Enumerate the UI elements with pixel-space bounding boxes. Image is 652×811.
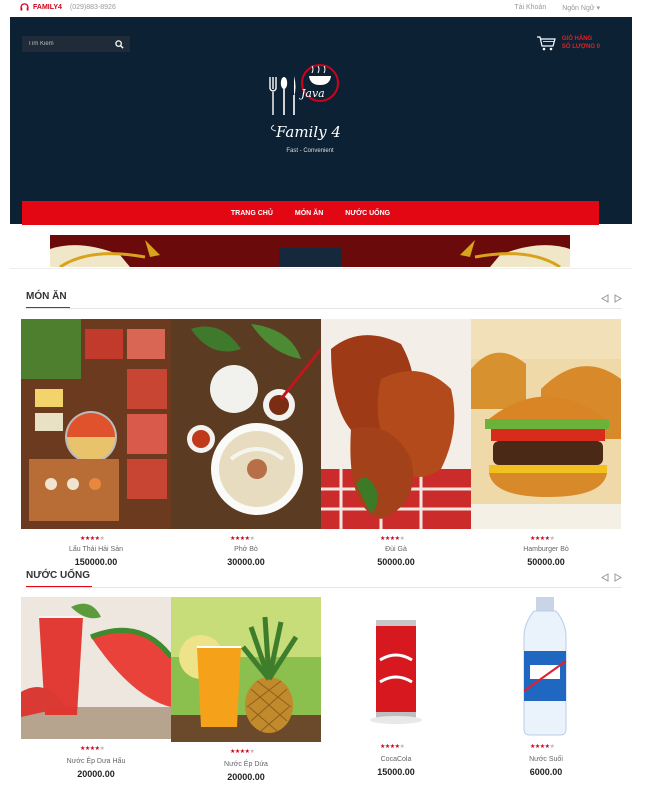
top-bar: FAMILY4 (029)883-8926 Tài Khoản Ngôn Ngữ… (0, 0, 652, 16)
food-rating-4: ★★★★ ★ (530, 536, 555, 542)
food-rating-2: ★★★★ ★ (230, 536, 255, 542)
product-name[interactable]: Phở Bò (171, 546, 321, 553)
product-name[interactable]: Đùi Gà (321, 546, 471, 553)
chevron-right-icon[interactable] (614, 573, 622, 582)
chevron-right-icon[interactable] (614, 294, 622, 303)
product-price: 6000.00 (529, 767, 563, 777)
drinks-carousel-arrows (601, 573, 622, 582)
divider (10, 268, 632, 269)
product-image-water-bottle[interactable] (500, 597, 590, 737)
brand-info: FAMILY4 (029)883-8926 (20, 3, 116, 11)
food-rating-1: ★★★★ ★ (80, 536, 105, 542)
product-price: 20000.00 (227, 772, 265, 782)
nav-item-drinks[interactable]: NƯỚC UỐNG (345, 210, 390, 217)
food-rating-3: ★★★★ ★ (380, 536, 405, 542)
product-name[interactable]: Nước Ép Dứa (171, 761, 321, 768)
banner-center-logo (279, 248, 341, 267)
product-image-burger[interactable] (471, 319, 621, 529)
food-section-title: MÓN ĂN (26, 291, 67, 302)
brand-name: FAMILY4 (33, 3, 62, 11)
product-price: 15000.00 (377, 767, 415, 777)
nav-item-home[interactable]: TRANG CHỦ (231, 210, 273, 217)
drink-rating-1: ★★★★ ★ (80, 746, 105, 752)
cart-label: GIỎ HÀNG (561, 36, 593, 42)
language-dropdown[interactable]: Ngôn Ngữ ▾ (562, 4, 600, 12)
logo-script-text: Family 4 (275, 123, 341, 141)
product-name[interactable]: Hamburger Bò (471, 546, 621, 553)
product-price: 150000.00 (74, 557, 118, 567)
drink-rating-2: ★★★★ ★ (230, 749, 255, 755)
product-price: 30000.00 (227, 557, 265, 567)
product-name[interactable]: CocaCola (321, 756, 471, 763)
product-image-pineapple-juice[interactable] (171, 597, 321, 742)
search-box (22, 36, 130, 52)
family4-logo[interactable]: Java Family 4 (254, 59, 374, 159)
drinks-section-rule (26, 587, 622, 588)
product-image-watermelon-juice[interactable] (21, 597, 171, 739)
search-input[interactable] (28, 41, 108, 47)
logo-java-text: Java (299, 87, 325, 100)
main-nav: TRANG CHỦ MÓN ĂN NƯỚC UỐNG (22, 201, 599, 225)
product-price: 50000.00 (527, 557, 565, 567)
site-header: GIỎ HÀNG SỐ LƯỢNG 0 Java Family 4 Fast -… (10, 17, 632, 225)
product-name[interactable]: Lẩu Thái Hải Sản (21, 546, 171, 553)
chevron-left-icon[interactable] (601, 573, 609, 582)
shopping-cart-icon[interactable] (536, 35, 556, 51)
product-image-hotpot[interactable] (21, 319, 171, 529)
cart-widget[interactable]: GIỎ HÀNG SỐ LƯỢNG 0 (536, 35, 600, 51)
food-carousel-arrows (601, 294, 622, 303)
slogan: Fast - Convenient (286, 148, 334, 154)
drink-rating-3: ★★★★ ★ (380, 744, 405, 750)
cart-count: SỐ LƯỢNG 0 (561, 44, 600, 50)
promo-banner[interactable] (50, 235, 570, 267)
account-link[interactable]: Tài Khoản (514, 4, 546, 12)
headphones-icon (20, 3, 29, 11)
chevron-left-icon[interactable] (601, 294, 609, 303)
product-image-pho[interactable] (171, 319, 321, 529)
food-section-rule (26, 308, 622, 309)
product-name[interactable]: Nước Suối (471, 756, 621, 763)
product-image-chicken[interactable] (321, 319, 471, 529)
product-price: 50000.00 (377, 557, 415, 567)
product-price: 20000.00 (77, 769, 115, 779)
phone-number: (029)883-8926 (69, 3, 116, 11)
search-icon[interactable] (115, 39, 124, 49)
drink-rating-4: ★★★★ ★ (530, 744, 555, 750)
nav-item-food[interactable]: MÓN ĂN (295, 210, 323, 217)
drinks-section-title: NƯỚC UỐNG (26, 570, 91, 581)
product-image-coca-cola[interactable] (330, 620, 463, 742)
product-name[interactable]: Nước Ép Dưa Hấu (21, 758, 171, 765)
